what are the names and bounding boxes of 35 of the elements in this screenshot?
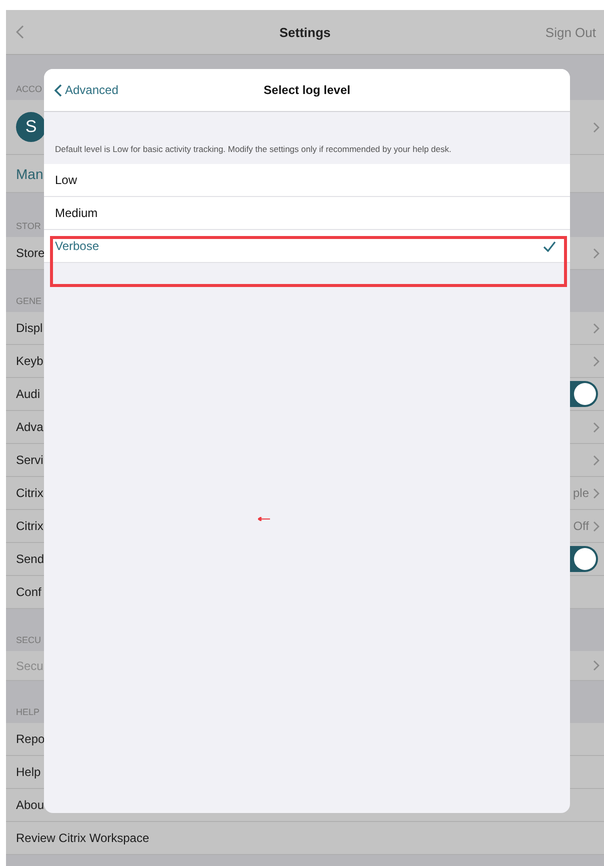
row-label: Citrix (16, 486, 44, 500)
row-label: Audi (16, 387, 40, 401)
section-header: ACCO (16, 84, 42, 94)
row-label: Conf (16, 585, 42, 599)
row-label: Displ (16, 321, 43, 335)
log-level-option[interactable]: Medium (44, 197, 570, 230)
row-label: Send (16, 552, 44, 566)
back-chevron-icon (54, 84, 62, 96)
section-header: STOR (16, 221, 41, 231)
row-label: Store (16, 246, 45, 260)
description-text: Default level is Low for basic activity tracking. Modify the settings only if recommended by your help desk. (55, 144, 452, 154)
back-button[interactable]: Advanced (52, 81, 120, 99)
checkmark-icon (543, 240, 556, 252)
row-label: Servi (16, 453, 44, 467)
arrow-mark-icon (258, 517, 270, 521)
section-header: HELP (16, 707, 40, 717)
row-label: Keyb (16, 354, 44, 368)
row-label: Review Citrix Workspace (16, 831, 150, 845)
row-value: Off (573, 519, 589, 533)
row-label: Adva (16, 420, 44, 434)
section-header: GENE (16, 296, 42, 306)
row-label: Citrix (16, 519, 44, 533)
row-label: Abou (16, 798, 44, 812)
row-value: ple (572, 486, 589, 500)
log-level-option[interactable]: Low (44, 164, 570, 197)
row-label: Repo (16, 732, 45, 746)
settings-row[interactable]: Review Citrix Workspace (6, 822, 604, 855)
nav-title: Settings (279, 24, 331, 40)
log-level-option[interactable]: Verbose (44, 230, 570, 263)
avatar: S (16, 112, 46, 142)
section-header: SECU (16, 635, 42, 645)
row-label: Man (16, 166, 44, 182)
row-label: Help (16, 765, 41, 779)
row-label: Secu (16, 658, 44, 672)
modal-title: Select log level (264, 83, 350, 97)
